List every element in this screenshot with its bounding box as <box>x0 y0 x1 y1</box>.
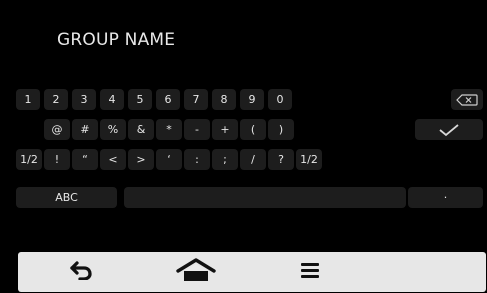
home-icon <box>175 257 217 287</box>
key-apostrophe[interactable]: ‘ <box>156 149 182 170</box>
key-minus[interactable]: - <box>184 119 210 140</box>
key-percent[interactable]: % <box>100 119 126 140</box>
key-5[interactable]: 5 <box>128 89 152 110</box>
backspace-key[interactable] <box>451 89 483 110</box>
key-slash[interactable]: / <box>240 149 266 170</box>
key-half-left[interactable]: 1/2 <box>16 149 42 170</box>
key-6[interactable]: 6 <box>156 89 180 110</box>
key-colon[interactable]: : <box>184 149 210 170</box>
key-half-right[interactable]: 1/2 <box>296 149 322 170</box>
checkmark-icon <box>438 123 460 137</box>
key-semicolon[interactable]: ; <box>212 149 238 170</box>
key-3[interactable]: 3 <box>72 89 96 110</box>
key-7[interactable]: 7 <box>184 89 208 110</box>
key-less-than[interactable]: < <box>100 149 126 170</box>
screen: GROUP NAME 1 2 3 4 5 6 7 8 9 0 @ # % & *… <box>5 4 486 292</box>
abc-key[interactable]: ABC <box>16 187 117 208</box>
key-at[interactable]: @ <box>44 119 70 140</box>
key-0[interactable]: 0 <box>268 89 292 110</box>
back-button[interactable] <box>58 252 104 292</box>
period-key[interactable]: · <box>408 187 483 208</box>
key-exclamation[interactable]: ! <box>44 149 70 170</box>
key-open-paren[interactable]: ( <box>240 119 266 140</box>
confirm-key[interactable] <box>415 119 483 140</box>
home-button[interactable] <box>167 252 225 292</box>
key-1[interactable]: 1 <box>16 89 40 110</box>
back-arrow-icon <box>69 260 93 284</box>
key-greater-than[interactable]: > <box>128 149 154 170</box>
menu-icon <box>298 260 322 284</box>
bottom-navigation <box>18 252 486 292</box>
key-ampersand[interactable]: & <box>128 119 154 140</box>
menu-button[interactable] <box>292 252 328 292</box>
key-8[interactable]: 8 <box>212 89 236 110</box>
key-2[interactable]: 2 <box>44 89 68 110</box>
key-9[interactable]: 9 <box>240 89 264 110</box>
page-title: GROUP NAME <box>57 30 176 50</box>
key-quote[interactable]: “ <box>72 149 98 170</box>
key-plus[interactable]: + <box>212 119 238 140</box>
backspace-icon <box>456 93 478 106</box>
key-hash[interactable]: # <box>72 119 98 140</box>
key-asterisk[interactable]: * <box>156 119 182 140</box>
key-4[interactable]: 4 <box>100 89 124 110</box>
space-key[interactable] <box>124 187 406 208</box>
key-question[interactable]: ? <box>268 149 294 170</box>
key-close-paren[interactable]: ) <box>268 119 294 140</box>
